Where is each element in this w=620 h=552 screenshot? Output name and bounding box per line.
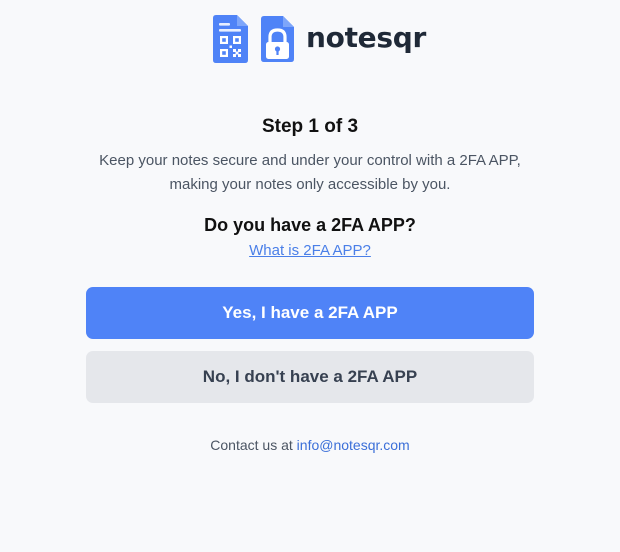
lock-document-icon bbox=[261, 16, 294, 62]
brand-logo: notesqr bbox=[212, 14, 426, 64]
description-line-2: making your notes only accessible by you… bbox=[169, 176, 451, 193]
description: Keep your notes secure and under your co… bbox=[60, 149, 560, 197]
contact-line: Contact us at info@notesqr.com bbox=[0, 437, 620, 453]
contact-email-link[interactable]: info@notesqr.com bbox=[297, 437, 410, 453]
no-2fa-button[interactable]: No, I don't have a 2FA APP bbox=[86, 351, 534, 403]
qr-document-icon bbox=[213, 15, 248, 63]
brand-name: notesqr bbox=[306, 21, 426, 54]
page: notesqr Step 1 of 3 Keep your notes secu… bbox=[0, 0, 620, 552]
question-heading: Do you have a 2FA APP? bbox=[204, 215, 416, 235]
what-is-2fa-link[interactable]: What is 2FA APP? bbox=[249, 242, 371, 259]
contact-prefix: Contact us at bbox=[210, 437, 293, 453]
help-link-container: What is 2FA APP? bbox=[0, 242, 620, 259]
description-line-1: Keep your notes secure and under your co… bbox=[99, 152, 521, 169]
step-title: Step 1 of 3 bbox=[261, 116, 359, 137]
yes-have-2fa-button[interactable]: Yes, I have a 2FA APP bbox=[86, 287, 534, 339]
